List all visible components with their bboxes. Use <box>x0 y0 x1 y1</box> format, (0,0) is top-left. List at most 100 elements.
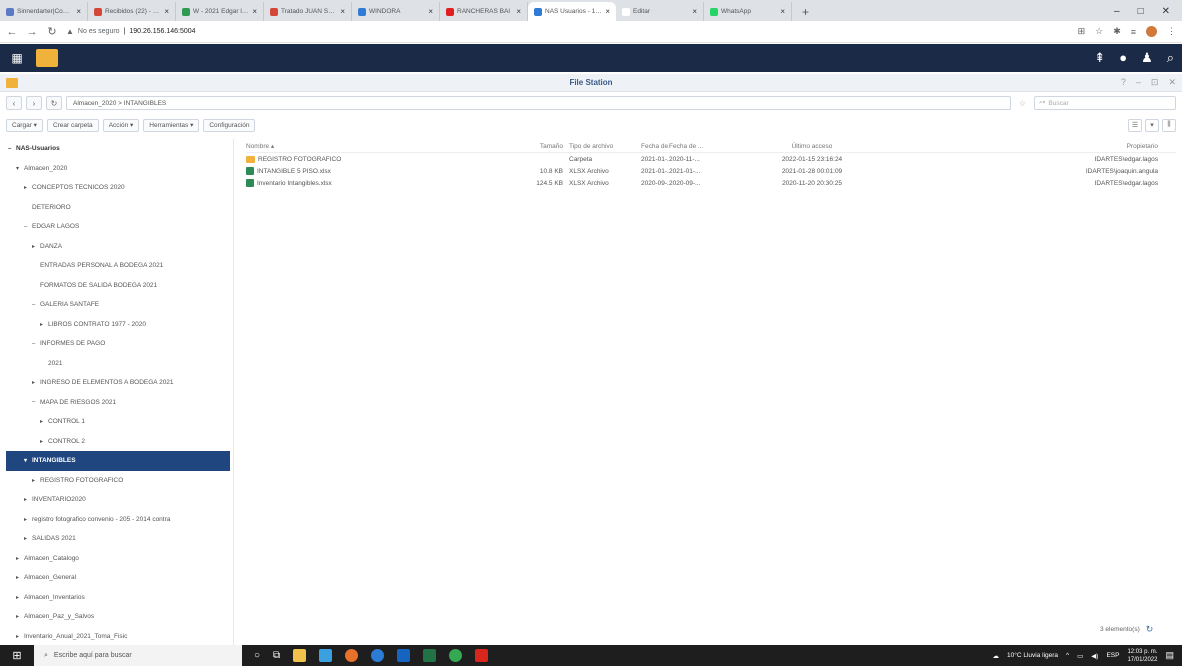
col-owner[interactable]: Propietario <box>902 143 1160 150</box>
tab-close-icon[interactable]: × <box>692 7 697 16</box>
excel-icon[interactable] <box>423 649 437 662</box>
reload-icon[interactable]: ↻ <box>46 25 58 38</box>
pane-divider[interactable] <box>233 139 234 645</box>
expand-arrow-icon[interactable]: ▸ <box>40 321 48 328</box>
windows-start-icon[interactable]: ⊞ <box>0 649 34 662</box>
file-station-app-icon[interactable] <box>36 49 58 67</box>
browser-tab[interactable]: Sinnerdarter|Comun × <box>0 2 88 21</box>
tab-close-icon[interactable]: × <box>605 7 610 16</box>
tree-item[interactable]: ▸ Almacen_Catalogo <box>6 549 230 569</box>
col-modified[interactable]: Fecha de... <box>641 143 669 150</box>
action-button[interactable]: Acción ▾ <box>102 118 140 132</box>
close-window-button[interactable]: ✕ <box>1162 6 1170 17</box>
browser-tab[interactable]: NAS Usuarios - 172 × <box>528 2 616 21</box>
tree-item[interactable]: ▸ CONCEPTOS TECNICOS 2020 <box>6 178 230 198</box>
tree-item[interactable]: ▸ Almacen_Paz_y_Salvos <box>6 607 230 627</box>
expand-arrow-icon[interactable]: ▸ <box>32 243 40 250</box>
tab-close-icon[interactable]: × <box>516 7 521 16</box>
col-created[interactable]: Fecha de ... <box>669 143 722 150</box>
expand-arrow-icon[interactable]: – <box>8 146 16 152</box>
back-icon[interactable]: ← <box>6 26 18 38</box>
expand-arrow-icon[interactable]: ▸ <box>32 379 40 386</box>
file-row[interactable]: REGISTRO FOTOGRAFICOCarpeta2021-01-...20… <box>246 153 1176 165</box>
list-view-icon[interactable]: ☰ <box>1128 118 1142 132</box>
browser-tab[interactable]: Editar × <box>616 2 704 21</box>
tree-item[interactable]: ▸ REGISTRO FOTOGRAFICO <box>6 471 230 491</box>
chrome-icon[interactable] <box>449 649 463 662</box>
expand-arrow-icon[interactable]: ▸ <box>24 184 32 191</box>
col-name[interactable]: Nombre ▴ <box>246 142 513 150</box>
tab-close-icon[interactable]: × <box>780 7 785 16</box>
language-indicator[interactable]: ESP <box>1106 652 1119 659</box>
tree-item[interactable]: ▸ registro fotografico convenio - 205 - 2… <box>6 510 230 530</box>
store-icon[interactable] <box>319 649 333 662</box>
tab-close-icon[interactable]: × <box>428 7 433 16</box>
tab-close-icon[interactable]: × <box>252 7 257 16</box>
refresh-button[interactable]: ↻ <box>46 96 62 110</box>
maximize-button[interactable]: □ <box>1138 6 1144 17</box>
browser-tab[interactable]: W - 2021 Edgar lagos× <box>176 2 264 21</box>
outlook-icon[interactable] <box>397 649 411 662</box>
favorite-star-icon[interactable]: ☆ <box>1019 99 1026 108</box>
notifications-icon[interactable]: ● <box>1119 50 1127 66</box>
taskbar-search[interactable]: ⌕ Escribe aquí para buscar <box>34 645 242 666</box>
tree-item[interactable]: ▸ Inventario_Anual_2021_Toma_Fisic <box>6 627 230 647</box>
tree-item[interactable]: ▾ INTANGIBLES <box>6 451 230 471</box>
tree-item[interactable]: ▸ LIBROS CONTRATO 1977 - 2020 <box>6 315 230 335</box>
tab-close-icon[interactable]: × <box>340 7 345 16</box>
tree-item[interactable]: FORMATOS DE SALIDA BODEGA 2021 <box>6 276 230 296</box>
browser-tab[interactable]: WINDORA × <box>352 2 440 21</box>
file-row[interactable]: Inventario Intangibles.xlsx 124.5 KB XLSX … <box>246 177 1176 189</box>
translate-icon[interactable]: ⊞ <box>1078 26 1086 37</box>
search-input[interactable]: ⌕▾ Buscar <box>1034 96 1176 110</box>
expand-arrow-icon[interactable]: – <box>32 302 40 308</box>
expand-arrow-icon[interactable]: ▾ <box>16 165 24 172</box>
tree-item[interactable]: ▾ Almacen_2020 <box>6 159 230 179</box>
tree-item[interactable]: – MAPA DE RIESGOS 2021 <box>6 393 230 413</box>
expand-arrow-icon[interactable]: ▸ <box>16 594 24 601</box>
tree-item[interactable]: 2021 <box>6 354 230 374</box>
tree-item[interactable]: ▸ Almacen_Inventarios <box>6 588 230 608</box>
col-type[interactable]: Tipo de archivo <box>569 143 641 150</box>
tray-chevron-icon[interactable]: ^ <box>1066 652 1069 659</box>
expand-arrow-icon[interactable]: ▸ <box>40 418 48 425</box>
expand-arrow-icon[interactable]: ▸ <box>40 438 48 445</box>
bookmark-star-icon[interactable]: ☆ <box>1095 26 1103 37</box>
task-view-icon[interactable]: ⧉ <box>273 650 280 661</box>
browser-tab[interactable]: RANCHERAS BAI × <box>440 2 528 21</box>
expand-arrow-icon[interactable]: – <box>32 341 40 347</box>
tree-item[interactable]: – EDGAR LAGOS <box>6 217 230 237</box>
col-size[interactable]: Tamaño <box>513 143 569 150</box>
expand-arrow-icon[interactable]: – <box>32 399 40 405</box>
tab-close-icon[interactable]: × <box>164 7 169 16</box>
file-row[interactable]: INTANGIBLE 5 PISO.xlsx 10.8 KB XLSX Archiv… <box>246 165 1176 177</box>
address-bar[interactable]: ▲ No es seguro | 190.26.156.146:5004 <box>66 27 1070 36</box>
tree-item[interactable]: ▸ DANZA <box>6 237 230 257</box>
file-explorer-icon[interactable] <box>293 649 307 662</box>
network-icon[interactable]: ▭ <box>1077 652 1083 660</box>
browser-tab[interactable]: WhatsApp × <box>704 2 792 21</box>
path-breadcrumb[interactable]: Almacen_2020 > INTANGIBLES <box>66 96 1011 110</box>
forward-nav-button[interactable]: › <box>26 96 42 110</box>
profile-avatar[interactable] <box>1146 26 1157 37</box>
clock[interactable]: 12:03 p. m. 17/01/2022 <box>1127 648 1157 664</box>
expand-arrow-icon[interactable]: ▾ <box>24 457 32 464</box>
expand-arrow-icon[interactable]: ▸ <box>16 633 24 640</box>
expand-arrow-icon[interactable]: ▸ <box>16 613 24 620</box>
tree-item[interactable]: ENTRADAS PERSONAL A BODEGA 2021 <box>6 256 230 276</box>
tree-item[interactable]: ▸ CONTROL 1 <box>6 412 230 432</box>
extensions-icon[interactable]: ✱ <box>1113 26 1121 37</box>
expand-arrow-icon[interactable]: ▸ <box>16 574 24 581</box>
expand-arrow-icon[interactable]: ▸ <box>24 535 32 542</box>
expand-arrow-icon[interactable]: ▸ <box>24 516 32 523</box>
tree-item[interactable]: ▸ INGRESO DE ELEMENTOS A BODEGA 2021 <box>6 373 230 393</box>
upload-button[interactable]: Cargar ▾ <box>6 118 43 132</box>
tree-item[interactable]: ▸ CONTROL 2 <box>6 432 230 452</box>
browser-tab[interactable]: Tratado JUAN SEBAS× <box>264 2 352 21</box>
tree-item[interactable]: – INFORMES DE PAGO <box>6 334 230 354</box>
settings-button[interactable]: Configuración <box>203 118 256 132</box>
create-folder-button[interactable]: Crear carpeta <box>46 118 99 132</box>
expand-arrow-icon[interactable]: ▸ <box>32 477 40 484</box>
tools-button[interactable]: Herramientas ▾ <box>143 118 200 132</box>
user-icon[interactable]: ♟ <box>1141 50 1153 66</box>
